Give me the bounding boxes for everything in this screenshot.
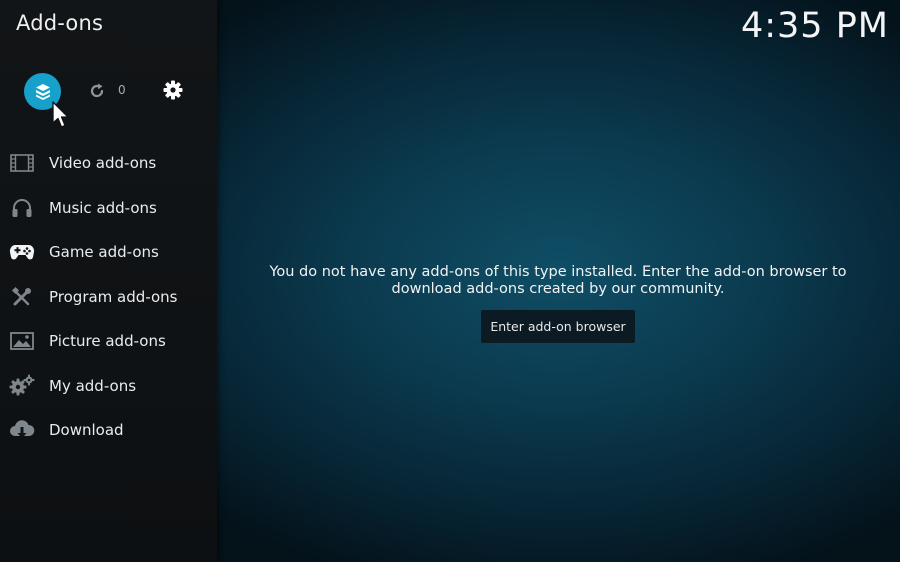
update-count: 0 [118, 83, 126, 97]
sidebar-toolbar: 0 [0, 70, 217, 112]
sidebar-item-label: Video add-ons [49, 154, 157, 173]
page-title: Add-ons [16, 11, 104, 35]
sidebar-item-game-addons[interactable]: Game add-ons [0, 230, 217, 275]
headphones-icon [9, 197, 35, 219]
tools-icon [9, 286, 35, 308]
sidebar-item-my-addons[interactable]: My add-ons [0, 364, 217, 409]
film-strip-icon [9, 152, 35, 174]
sidebar-item-picture-addons[interactable]: Picture add-ons [0, 319, 217, 364]
addons-screen: Add-ons 0 Video add-ons Music add-ons Ga… [0, 0, 900, 562]
clock: 4:35 PM [740, 6, 889, 46]
sidebar: Add-ons 0 Video add-ons Music add-ons Ga… [0, 0, 217, 562]
cloud-download-icon [9, 419, 35, 441]
enter-addon-browser-button[interactable]: Enter add-on browser [481, 310, 635, 343]
gear-icon [163, 80, 183, 100]
gears-icon [9, 374, 35, 397]
sidebar-item-program-addons[interactable]: Program add-ons [0, 275, 217, 320]
refresh-icon [90, 83, 104, 98]
gamepad-icon [9, 241, 35, 263]
check-updates-button[interactable] [88, 82, 106, 100]
picture-icon [9, 330, 35, 352]
sidebar-item-music-addons[interactable]: Music add-ons [0, 186, 217, 231]
sidebar-item-label: Program add-ons [49, 287, 178, 306]
settings-button[interactable] [162, 79, 184, 101]
sidebar-item-label: Game add-ons [49, 243, 159, 262]
sidebar-menu: Video add-ons Music add-ons Game add-ons… [0, 141, 217, 453]
sidebar-item-label: Download [49, 421, 124, 440]
sidebar-item-label: My add-ons [49, 376, 137, 395]
sidebar-item-label: Music add-ons [49, 198, 157, 217]
sidebar-item-download[interactable]: Download [0, 408, 217, 453]
sidebar-item-label: Picture add-ons [49, 332, 166, 351]
mouse-pointer-icon [52, 101, 69, 128]
open-box-icon [35, 83, 50, 100]
empty-state-message: You do not have any add-ons of this type… [269, 264, 847, 297]
sidebar-item-video-addons[interactable]: Video add-ons [0, 141, 217, 186]
